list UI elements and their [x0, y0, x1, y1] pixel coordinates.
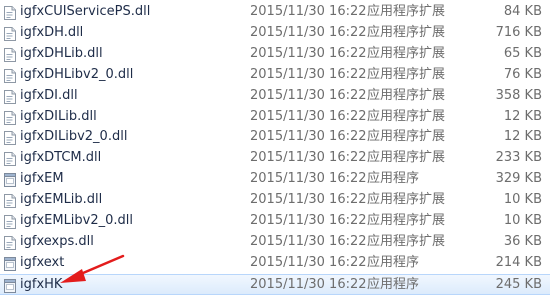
dll-file-icon	[4, 130, 16, 146]
dll-file-icon	[4, 235, 16, 250]
file-size: 76 KB	[503, 66, 542, 82]
file-size: 65 KB	[503, 45, 542, 61]
file-row[interactable]: igfxDHLibv2_0.dll 2015/11/30 16:22 应用程序扩展 7…	[0, 65, 550, 86]
file-type: 应用程序扩展	[367, 192, 446, 208]
file-size: 245 KB	[495, 276, 542, 292]
file-row[interactable]: igfxCUIServicePS.dll 2015/11/30 16:22 应用程序…	[0, 2, 550, 23]
file-size: 716 KB	[495, 24, 542, 40]
file-type: 应用程序扩展	[367, 66, 446, 82]
file-modified-date: 2015/11/30 16:22	[250, 24, 367, 40]
file-modified-date: 2015/11/30 16:22	[250, 276, 367, 292]
file-size: 329 KB	[495, 171, 542, 187]
file-type: 应用程序	[367, 254, 420, 270]
file-type: 应用程序扩展	[367, 129, 446, 145]
file-modified-date: 2015/11/30 16:22	[250, 87, 367, 103]
file-row[interactable]: igfxEMLib.dll 2015/11/30 16:22 应用程序扩展 10 KB	[0, 190, 550, 211]
file-row[interactable]: igfxDILibv2_0.dll 2015/11/30 16:22 应用程序扩展 1…	[0, 127, 550, 148]
file-row[interactable]: igfxDILib.dll 2015/11/30 16:22 应用程序扩展 12 KB	[0, 107, 550, 128]
file-type: 应用程序	[367, 171, 420, 187]
file-row[interactable]: igfxEM 2015/11/30 16:22 应用程序 329 KB	[0, 169, 550, 190]
file-type: 应用程序	[367, 276, 420, 292]
file-list: igfxCUIServicePS.dll 2015/11/30 16:22 应用程序…	[0, 0, 550, 295]
file-type: 应用程序扩展	[367, 45, 446, 61]
file-row[interactable]: igfxext 2015/11/30 16:22 应用程序 214 KB	[0, 253, 550, 274]
dll-file-icon	[4, 68, 16, 83]
file-modified-date: 2015/11/30 16:22	[250, 213, 367, 228]
file-modified-date: 2015/11/30 16:22	[250, 108, 367, 124]
file-name: igfxEM	[20, 171, 64, 187]
file-modified-date: 2015/11/30 16:22	[250, 4, 367, 19]
file-type: 应用程序扩展	[367, 150, 446, 166]
file-modified-date: 2015/11/30 16:22	[250, 66, 367, 82]
file-name: igfxexps.dll	[20, 233, 94, 249]
file-name: igfxDILibv2_0.dll	[20, 129, 128, 145]
file-modified-date: 2015/11/30 16:22	[250, 45, 367, 61]
file-modified-date: 2015/11/30 16:22	[250, 233, 367, 249]
dll-file-icon	[4, 89, 16, 104]
dll-file-icon	[4, 151, 16, 167]
dll-file-icon	[4, 26, 16, 41]
file-type: 应用程序扩展	[367, 108, 446, 124]
file-size: 84 KB	[503, 4, 542, 19]
file-name: igfxDHLib.dll	[20, 45, 103, 61]
file-modified-date: 2015/11/30 16:22	[250, 150, 367, 166]
dll-file-icon	[4, 110, 16, 125]
file-name: igfxCUIServicePS.dll	[20, 4, 151, 19]
dll-file-icon	[4, 5, 16, 20]
file-modified-date: 2015/11/30 16:22	[250, 254, 367, 270]
file-row[interactable]: igfxHK 2015/11/30 16:22 应用程序 245 KB	[0, 273, 550, 295]
file-type: 应用程序扩展	[367, 4, 446, 19]
dll-file-icon	[4, 193, 16, 209]
file-type: 应用程序扩展	[367, 213, 446, 228]
file-row[interactable]: igfxexps.dll 2015/11/30 16:22 应用程序扩展 36 KB	[0, 232, 550, 253]
file-size: 233 KB	[495, 150, 542, 166]
dll-file-icon	[4, 214, 16, 229]
file-size: 36 KB	[503, 233, 542, 249]
file-type: 应用程序扩展	[367, 24, 446, 40]
file-size: 214 KB	[495, 254, 542, 270]
exe-file-icon	[4, 172, 16, 188]
file-row[interactable]: igfxDH.dll 2015/11/30 16:22 应用程序扩展 716 KB	[0, 23, 550, 44]
file-name: igfxDTCM.dll	[20, 150, 102, 166]
file-type: 应用程序扩展	[367, 87, 446, 103]
file-size: 10 KB	[503, 213, 542, 228]
file-name: igfxDILib.dll	[20, 108, 97, 124]
file-name: igfxEMLibv2_0.dll	[20, 213, 134, 228]
file-name: igfxHK	[20, 276, 63, 292]
file-modified-date: 2015/11/30 16:22	[250, 171, 367, 187]
file-type: 应用程序扩展	[367, 233, 446, 249]
file-size: 10 KB	[503, 192, 542, 208]
file-modified-date: 2015/11/30 16:22	[250, 192, 367, 208]
file-name: igfxEMLib.dll	[20, 192, 103, 208]
file-size: 358 KB	[495, 87, 542, 103]
dll-file-icon	[4, 47, 16, 62]
file-row[interactable]: igfxDI.dll 2015/11/30 16:22 应用程序扩展 358 KB	[0, 86, 550, 107]
file-size: 12 KB	[503, 129, 542, 145]
file-name: igfxDI.dll	[20, 87, 78, 103]
file-size: 12 KB	[503, 108, 542, 124]
file-name: igfxDHLibv2_0.dll	[20, 66, 134, 82]
exe-file-icon	[4, 278, 16, 293]
file-row[interactable]: igfxEMLibv2_0.dll 2015/11/30 16:22 应用程序扩展 1…	[0, 211, 550, 232]
file-modified-date: 2015/11/30 16:22	[250, 129, 367, 145]
file-name: igfxext	[20, 254, 65, 270]
file-row[interactable]: igfxDHLib.dll 2015/11/30 16:22 应用程序扩展 65 KB	[0, 44, 550, 65]
file-row[interactable]: igfxDTCM.dll 2015/11/30 16:22 应用程序扩展 233 KB	[0, 148, 550, 169]
exe-file-icon	[4, 256, 16, 271]
file-name: igfxDH.dll	[20, 24, 84, 40]
